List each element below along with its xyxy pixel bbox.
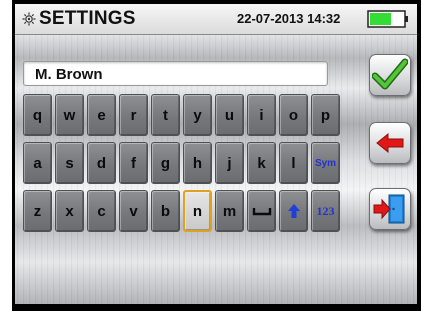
key-d[interactable]: d <box>87 142 116 184</box>
key-u[interactable]: u <box>215 94 244 136</box>
key-x[interactable]: x <box>55 190 84 232</box>
settings-screen: SETTINGS 22-07-2013 14:32 M. Brown q w e… <box>15 4 417 304</box>
name-input-field[interactable]: M. Brown <box>23 61 328 86</box>
key-q[interactable]: q <box>23 94 52 136</box>
key-e[interactable]: e <box>87 94 116 136</box>
space-icon <box>252 208 271 216</box>
key-f[interactable]: f <box>119 142 148 184</box>
page-title: SETTINGS <box>39 8 136 29</box>
back-arrow-icon <box>376 132 404 154</box>
key-j[interactable]: j <box>215 142 244 184</box>
confirm-button[interactable] <box>369 54 411 96</box>
battery-icon <box>367 10 408 28</box>
exit-button[interactable] <box>369 188 411 230</box>
key-k[interactable]: k <box>247 142 276 184</box>
key-l[interactable]: l <box>279 142 308 184</box>
key-o[interactable]: o <box>279 94 308 136</box>
date-time: 22-07-2013 14:32 <box>237 11 341 26</box>
checkmark-icon <box>372 58 408 90</box>
key-w[interactable]: w <box>55 94 84 136</box>
shift-arrow-icon <box>287 204 300 218</box>
exit-door-icon <box>373 194 405 224</box>
gear-icon <box>22 12 36 26</box>
key-b[interactable]: b <box>151 190 180 232</box>
header-bar: SETTINGS 22-07-2013 14:32 <box>15 4 417 35</box>
key-r[interactable]: r <box>119 94 148 136</box>
key-z[interactable]: z <box>23 190 52 232</box>
keyboard-row-1: q w e r t y u i o p <box>23 94 343 138</box>
key-symbols[interactable]: Sym <box>311 142 340 184</box>
title-group: SETTINGS <box>21 7 136 31</box>
key-v[interactable]: v <box>119 190 148 232</box>
key-n-selected[interactable]: n <box>183 190 212 232</box>
key-shift[interactable] <box>279 190 308 232</box>
keyboard-row-2: a s d f g h j k l Sym <box>23 142 343 186</box>
key-s[interactable]: s <box>55 142 84 184</box>
key-y[interactable]: y <box>183 94 212 136</box>
key-i[interactable]: i <box>247 94 276 136</box>
key-t[interactable]: t <box>151 94 180 136</box>
key-h[interactable]: h <box>183 142 212 184</box>
key-space[interactable] <box>247 190 276 232</box>
key-c[interactable]: c <box>87 190 116 232</box>
key-numbers[interactable]: 123 <box>311 190 340 232</box>
key-m[interactable]: m <box>215 190 244 232</box>
key-p[interactable]: p <box>311 94 340 136</box>
backspace-button[interactable] <box>369 122 411 164</box>
keyboard-row-3: z x c v b n m 123 <box>23 190 343 234</box>
key-a[interactable]: a <box>23 142 52 184</box>
key-g[interactable]: g <box>151 142 180 184</box>
